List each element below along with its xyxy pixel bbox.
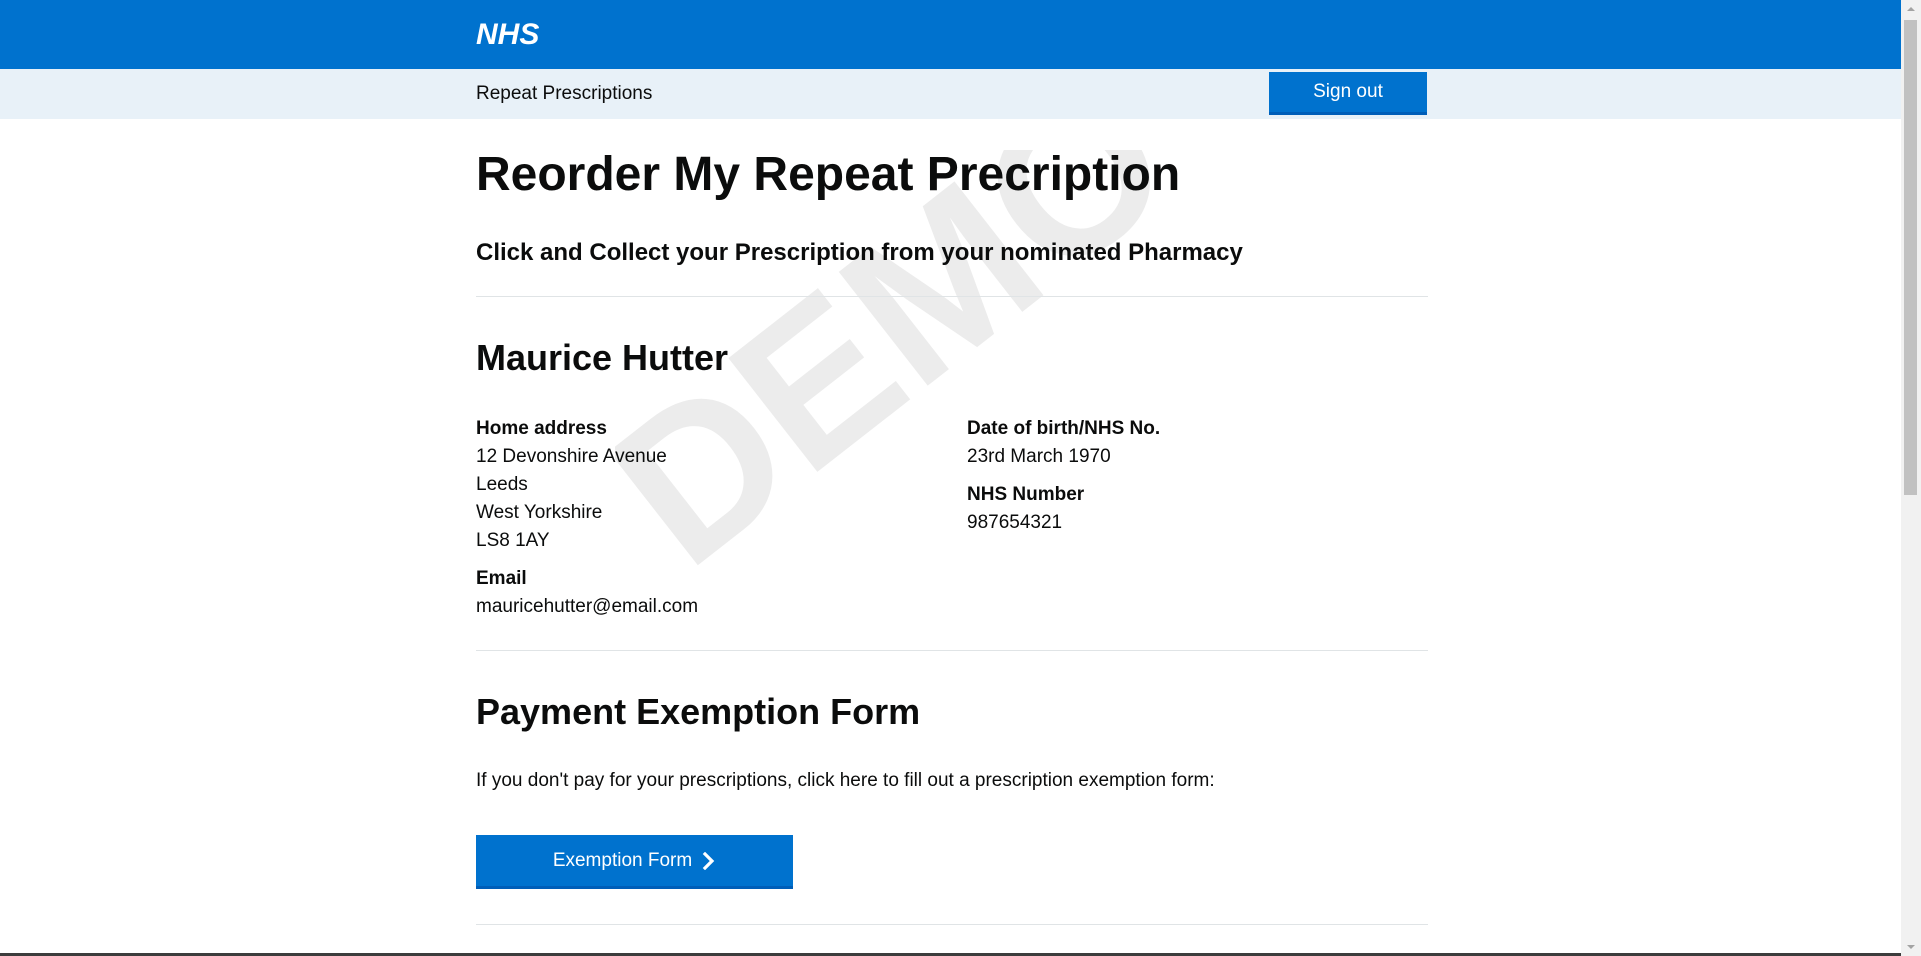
service-bar: Repeat Prescriptions Sign out [0, 69, 1901, 119]
address-line: West Yorkshire [476, 502, 603, 523]
divider [476, 924, 1428, 925]
nhs-number-label: NHS Number [967, 484, 1085, 505]
home-address-label: Home address [476, 418, 607, 439]
browser-viewport: NHS Repeat Prescriptions Sign out DEMO R… [0, 0, 1921, 956]
dob-label: Date of birth/NHS No. [967, 418, 1161, 439]
sign-out-button[interactable]: Sign out [1269, 72, 1427, 115]
vertical-scrollbar[interactable] [1901, 0, 1921, 956]
nhs-logo[interactable]: NHS [476, 16, 548, 52]
scroll-up-arrow-icon[interactable] [1901, 0, 1921, 18]
divider [476, 296, 1428, 297]
nhs-number-value: 987654321 [967, 512, 1063, 533]
divider [476, 650, 1428, 651]
scrollbar-thumb[interactable] [1904, 20, 1917, 495]
svg-text:NHS: NHS [476, 18, 539, 51]
address-line: Leeds [476, 474, 528, 495]
email-label: Email [476, 568, 527, 589]
email-value: mauricehutter@email.com [476, 596, 699, 617]
service-name[interactable]: Repeat Prescriptions [476, 83, 652, 105]
patient-address-column: Home address 12 Devonshire Avenue Leeds … [476, 415, 956, 621]
page-title: Reorder My Repeat Precription [476, 148, 1181, 201]
dob-value: 23rd March 1970 [967, 446, 1111, 467]
chevron-right-icon [702, 851, 715, 870]
patient-id-column: Date of birth/NHS No. 23rd March 1970 NH… [967, 415, 1427, 537]
scroll-down-arrow-icon[interactable] [1901, 938, 1921, 956]
exemption-section-title: Payment Exemption Form [476, 691, 921, 732]
page-subtitle: Click and Collect your Prescription from… [476, 239, 1243, 266]
exemption-info-text: If you don't pay for your prescriptions,… [476, 770, 1215, 791]
address-line: LS8 1AY [476, 530, 550, 551]
nhs-header: NHS [0, 0, 1901, 69]
page: NHS Repeat Prescriptions Sign out DEMO R… [0, 0, 1901, 956]
patient-name: Maurice Hutter [476, 337, 729, 378]
exemption-form-button[interactable]: Exemption Form [476, 835, 793, 889]
address-line: 12 Devonshire Avenue [476, 446, 667, 467]
exemption-form-button-label: Exemption Form [552, 849, 693, 871]
